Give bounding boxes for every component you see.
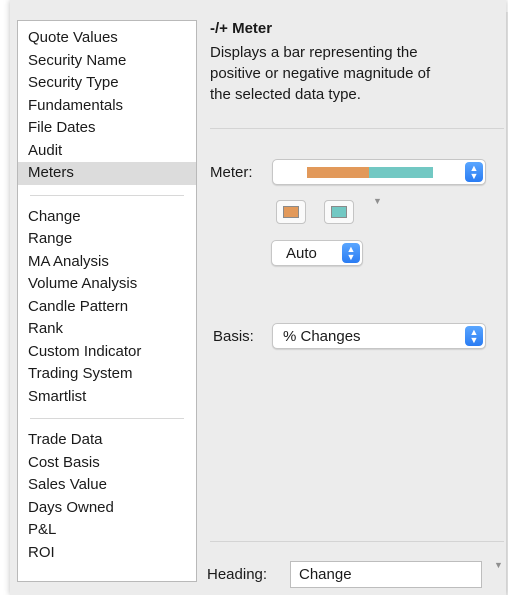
up-down-chevron-icon: ▲ ▼: [465, 326, 483, 346]
list-group-analysis: Change Range MA Analysis Volume Analysis…: [18, 200, 196, 415]
list-item-pl[interactable]: P&L: [18, 519, 196, 542]
meter-scale-popup[interactable]: Auto ▲ ▼: [271, 240, 363, 266]
list-item-rank[interactable]: Rank: [18, 318, 196, 341]
list-separator: [30, 418, 184, 419]
description-line: the selected data type.: [210, 86, 361, 103]
positive-color-swatch: [331, 206, 347, 218]
description-line: positive or negative magnitude of: [210, 65, 431, 82]
negative-color-swatch: [283, 206, 299, 218]
triangle-down-icon[interactable]: ▼: [494, 560, 503, 570]
list-item-ma-analysis[interactable]: MA Analysis: [18, 251, 196, 274]
meter-positive-segment: [369, 167, 433, 178]
list-item-roi[interactable]: ROI: [18, 542, 196, 565]
list-item-cost-basis[interactable]: Cost Basis: [18, 452, 196, 475]
list-separator: [30, 194, 184, 196]
list-item-change[interactable]: Change: [18, 206, 196, 229]
list-item-quote-values[interactable]: Quote Values: [18, 27, 196, 50]
basis-label: Basis:: [213, 328, 254, 345]
negative-color-button[interactable]: [276, 200, 306, 224]
meter-style-popup[interactable]: ▲ ▼: [272, 159, 486, 185]
up-down-chevron-icon: ▲ ▼: [465, 162, 483, 182]
positive-color-button[interactable]: [324, 200, 354, 224]
list-item-trade-data[interactable]: Trade Data: [18, 429, 196, 452]
list-item-days-owned[interactable]: Days Owned: [18, 497, 196, 520]
list-item-range[interactable]: Range: [18, 228, 196, 251]
meter-negative-segment: [307, 167, 369, 178]
panel-title: -/+ Meter: [210, 20, 273, 37]
column-type-list[interactable]: Quote Values Security Name Security Type…: [17, 20, 197, 582]
triangle-down-icon[interactable]: ▼: [373, 196, 382, 206]
meter-scale-value: Auto: [286, 245, 317, 262]
list-item-custom-indicator[interactable]: Custom Indicator: [18, 341, 196, 364]
list-group-trade: Trade Data Cost Basis Sales Value Days O…: [18, 423, 196, 570]
list-item-sales-value[interactable]: Sales Value: [18, 474, 196, 497]
meter-preview-bar: [307, 167, 433, 178]
meter-label: Meter:: [210, 164, 253, 181]
up-down-chevron-icon: ▲ ▼: [342, 243, 360, 263]
list-item-candle-pattern[interactable]: Candle Pattern: [18, 296, 196, 319]
heading-label: Heading:: [207, 566, 268, 583]
panel-description: Displays a bar representing the positive…: [210, 42, 500, 105]
description-line: Displays a bar representing the: [210, 44, 418, 61]
heading-field[interactable]: [290, 561, 482, 588]
list-group-general: Quote Values Security Name Security Type…: [18, 21, 196, 191]
list-item-smartlist[interactable]: Smartlist: [18, 386, 196, 409]
list-item-file-dates[interactable]: File Dates: [18, 117, 196, 140]
list-item-audit[interactable]: Audit: [18, 140, 196, 163]
divider: [210, 541, 504, 542]
heading-input[interactable]: [291, 562, 481, 587]
basis-value: % Changes: [283, 328, 361, 345]
list-item-security-type[interactable]: Security Type: [18, 72, 196, 95]
list-item-fundamentals[interactable]: Fundamentals: [18, 95, 196, 118]
basis-popup[interactable]: % Changes ▲ ▼: [272, 323, 486, 349]
list-item-trading-system[interactable]: Trading System: [18, 363, 196, 386]
list-item-meters[interactable]: Meters: [18, 162, 196, 185]
list-item-volume-analysis[interactable]: Volume Analysis: [18, 273, 196, 296]
list-item-security-name[interactable]: Security Name: [18, 50, 196, 73]
divider: [210, 128, 504, 129]
